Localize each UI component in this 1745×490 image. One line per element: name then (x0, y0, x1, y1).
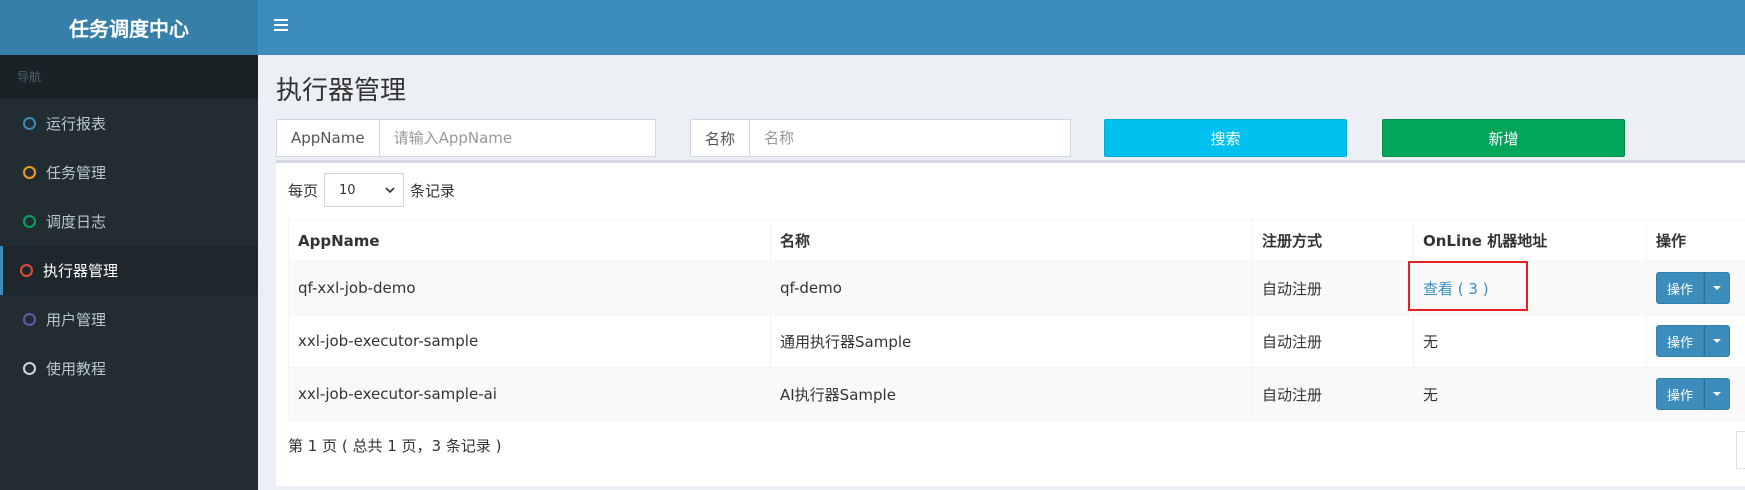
table-header-row: AppName 名称 注册方式 OnLine 机器地址 操作 (288, 219, 1745, 262)
col-register-type[interactable]: 注册方式 (1252, 219, 1414, 262)
table-row: xxl-job-executor-sample 通用执行器Sample 自动注册 无 操… (288, 314, 1745, 368)
chevron-down-icon (385, 186, 395, 193)
circle-icon (23, 313, 36, 326)
sidebar: 导航 运行报表任务管理调度日志执行器管理用户管理使用教程 (0, 55, 258, 490)
cell-register-type: 自动注册 (1252, 314, 1414, 368)
circle-icon (23, 166, 36, 179)
circle-icon (23, 362, 36, 375)
cell-register-type-text: 自动注册 (1262, 279, 1323, 298)
sidebar-header: 导航 (0, 55, 258, 99)
cell-operation: 操作 (1646, 367, 1745, 421)
app-title: 任务调度中心 (69, 17, 189, 41)
operation-dropdown-toggle[interactable] (1704, 325, 1731, 357)
cell-register-type-text: 自动注册 (1262, 385, 1323, 404)
caret-down-icon (1713, 392, 1722, 396)
circle-icon (23, 117, 36, 130)
page-length-control: 每页 10 条记录 (288, 173, 455, 207)
cell-online-address: 查看 ( 3 ) (1413, 261, 1647, 315)
pagination[interactable] (1736, 431, 1745, 469)
search-button[interactable]: 搜索 (1104, 119, 1347, 157)
cell-appname: xxl-job-executor-sample (288, 314, 771, 368)
cell-title: 通用执行器Sample (770, 314, 1253, 368)
executor-table: AppName 名称 注册方式 OnLine 机器地址 操作 qf-xxl-jo… (288, 219, 1745, 421)
col-operation[interactable]: 操作 (1646, 219, 1745, 262)
operation-button[interactable]: 操作 (1656, 272, 1705, 304)
caret-down-icon (1713, 286, 1722, 290)
cell-title-text: qf-demo (780, 279, 842, 297)
cell-appname-text: xxl-job-executor-sample (298, 332, 479, 350)
sidebar-item-2[interactable]: 调度日志 (0, 197, 258, 246)
table-row: qf-xxl-job-demo qf-demo 自动注册 查看 ( 3 ) 操作 (288, 261, 1745, 315)
col-online-address[interactable]: OnLine 机器地址 (1413, 219, 1647, 262)
cell-online-address-text[interactable]: 查看 ( 3 ) (1423, 280, 1489, 298)
title-filter: 名称 (690, 119, 1071, 157)
col-appname[interactable]: AppName (288, 219, 771, 262)
sidebar-item-label: 执行器管理 (43, 262, 119, 280)
cell-title: AI执行器Sample (770, 367, 1253, 421)
sidebar-item-5[interactable]: 使用教程 (0, 344, 258, 393)
cell-online-address-text: 无 (1423, 385, 1439, 404)
cell-operation: 操作 (1646, 261, 1745, 315)
app-logo[interactable]: 任务调度中心 (0, 0, 258, 55)
cell-appname-text: xxl-job-executor-sample-ai (298, 385, 497, 403)
sidebar-item-label: 运行报表 (46, 115, 107, 133)
sidebar-item-1[interactable]: 任务管理 (0, 148, 258, 197)
title-label: 名称 (691, 120, 751, 156)
table-info: 第 1 页 ( 总共 1 页，3 条记录 ) (288, 437, 502, 455)
cell-title-text: 通用执行器Sample (780, 332, 912, 351)
operation-button[interactable]: 操作 (1656, 325, 1705, 357)
executor-list-box: 每页 10 条记录 AppName 名称 注册方式 OnLine 机器地址 操作… (276, 160, 1745, 486)
cell-title: qf-demo (770, 261, 1253, 315)
title-input[interactable] (750, 120, 1070, 156)
sidebar-item-label: 用户管理 (46, 311, 107, 329)
cell-appname: qf-xxl-job-demo (288, 261, 771, 315)
cell-register-type: 自动注册 (1252, 367, 1414, 421)
page-title: 执行器管理 (276, 76, 407, 106)
operation-button-group: 操作 (1656, 272, 1731, 304)
cell-appname-text: qf-xxl-job-demo (298, 279, 416, 297)
cell-online-address: 无 (1413, 314, 1647, 368)
circle-icon (20, 264, 33, 277)
cell-online-address: 无 (1413, 367, 1647, 421)
sidebar-item-3[interactable]: 执行器管理 (0, 246, 258, 295)
sidebar-item-4[interactable]: 用户管理 (0, 295, 258, 344)
page-length-value: 10 (339, 182, 356, 198)
cell-appname: xxl-job-executor-sample-ai (288, 367, 771, 421)
cell-online-address-text: 无 (1423, 332, 1439, 351)
appname-filter: AppName (276, 119, 656, 157)
cell-register-type: 自动注册 (1252, 261, 1414, 315)
cell-register-type-text: 自动注册 (1262, 332, 1323, 351)
appname-input[interactable] (379, 120, 655, 156)
operation-dropdown-toggle[interactable] (1704, 378, 1731, 410)
sidebar-item-label: 使用教程 (46, 360, 107, 378)
sidebar-item-label: 调度日志 (46, 213, 107, 231)
top-navbar (258, 0, 1745, 55)
col-title[interactable]: 名称 (770, 219, 1253, 262)
operation-button-group: 操作 (1656, 378, 1731, 410)
cell-title-text: AI执行器Sample (780, 385, 896, 404)
operation-button-group: 操作 (1656, 325, 1731, 357)
circle-icon (23, 215, 36, 228)
appname-label: AppName (277, 120, 380, 156)
add-button[interactable]: 新增 (1382, 119, 1625, 157)
table-row: xxl-job-executor-sample-ai AI执行器Sample 自动注… (288, 367, 1745, 421)
sidebar-item-0[interactable]: 运行报表 (0, 99, 258, 148)
cell-operation: 操作 (1646, 314, 1745, 368)
menu-toggle-icon[interactable] (274, 19, 288, 33)
page-length-select[interactable]: 10 (324, 173, 405, 207)
length-prefix: 每页 (288, 181, 319, 200)
sidebar-item-label: 任务管理 (46, 164, 107, 182)
operation-button[interactable]: 操作 (1656, 378, 1705, 410)
caret-down-icon (1713, 339, 1722, 343)
operation-dropdown-toggle[interactable] (1704, 272, 1731, 304)
length-suffix: 条记录 (410, 181, 456, 200)
